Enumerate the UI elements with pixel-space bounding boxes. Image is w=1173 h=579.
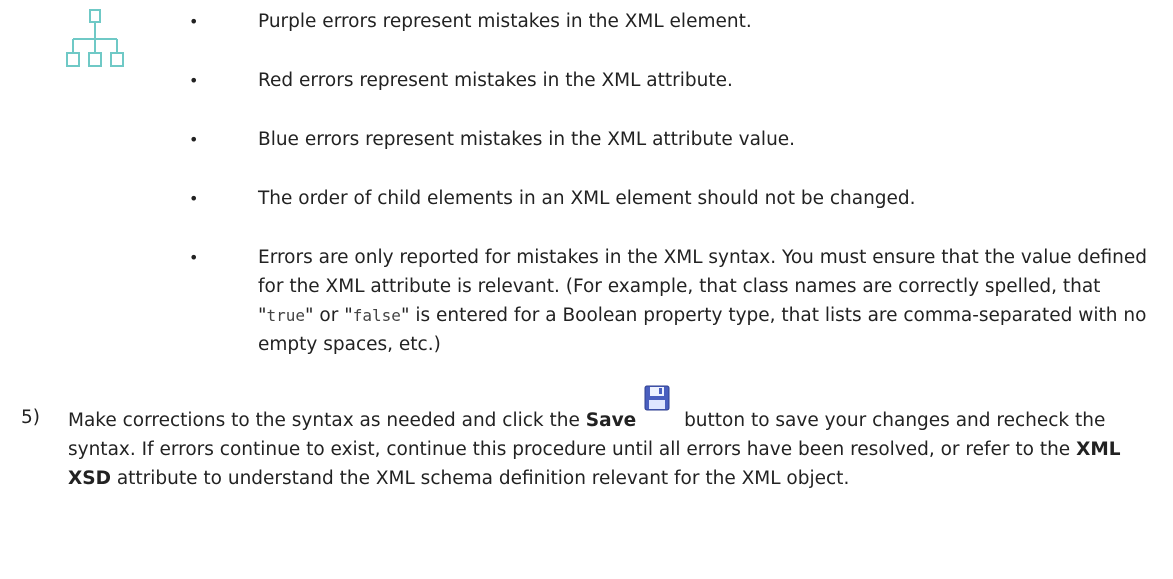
- procedure-step-5: 5) Make corrections to the syntax as nee…: [21, 385, 1161, 493]
- save-label: Save: [585, 410, 637, 431]
- bullet-text: Purple errors represent mistakes in the …: [258, 11, 752, 32]
- bullet-dot: •: [189, 189, 199, 208]
- step-text: Make corrections to the syntax as needed…: [68, 385, 1161, 493]
- list-item: • Red errors represent mistakes in the X…: [189, 66, 1149, 95]
- code-true: true: [266, 306, 306, 325]
- bullet-text: Red errors represent mistakes in the XML…: [258, 70, 733, 91]
- bullet-dot: •: [189, 71, 199, 90]
- list-item: • Errors are only reported for mistakes …: [189, 243, 1149, 359]
- code-false: false: [352, 306, 401, 325]
- bullet-dot: •: [189, 130, 199, 149]
- bullet-text: Errors are only reported for mistakes in…: [258, 243, 1149, 359]
- list-item: • Blue errors represent mistakes in the …: [189, 125, 1149, 154]
- floppy-disk-save-icon: [644, 385, 670, 411]
- step5-part3: attribute to understand the XML schema d…: [110, 468, 850, 489]
- step-number: 5): [21, 407, 40, 428]
- bullet-dot: •: [189, 248, 199, 267]
- bullet-text: The order of child elements in an XML el…: [258, 188, 916, 209]
- bullet-dot: •: [189, 12, 199, 31]
- list-item: • Purple errors represent mistakes in th…: [189, 7, 1149, 36]
- bullet-text: Blue errors represent mistakes in the XM…: [258, 129, 796, 150]
- step5-part1: Make corrections to the syntax as needed…: [68, 410, 586, 431]
- bullet5-part2: " or ": [305, 305, 353, 326]
- hierarchy-tree-icon: [66, 9, 124, 67]
- list-item: • The order of child elements in an XML …: [189, 184, 1149, 213]
